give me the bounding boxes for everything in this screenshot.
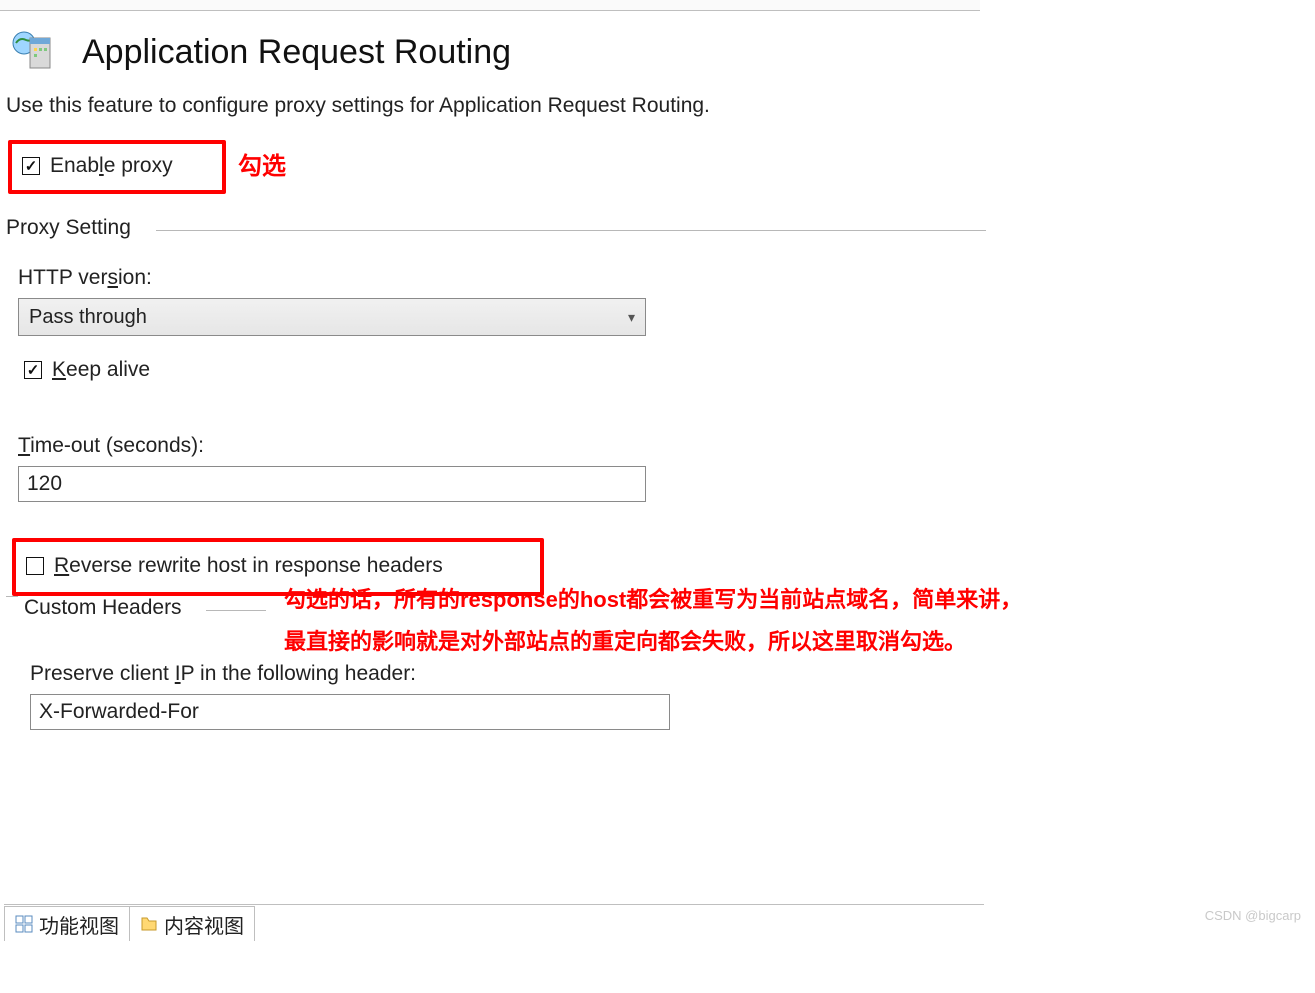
http-version-combo[interactable]: Pass through ▾ xyxy=(18,298,646,336)
page-description: Use this feature to configure proxy sett… xyxy=(6,94,1306,118)
keep-alive-checkbox-row[interactable]: Keep alive xyxy=(18,354,156,386)
enable-proxy-checkbox-row[interactable]: Enable proxy xyxy=(16,150,179,182)
timeout-label: Time-out (seconds): xyxy=(18,434,1306,458)
tab-content-label: 内容视图 xyxy=(164,910,244,939)
timeout-input[interactable]: 120 xyxy=(18,466,646,502)
keep-alive-label: Keep alive xyxy=(52,358,150,382)
http-version-value: Pass through xyxy=(29,306,147,329)
preserve-ip-value: X-Forwarded-For xyxy=(39,700,199,724)
page-header: Application Request Routing xyxy=(6,28,1306,76)
tab-features-label: 功能视图 xyxy=(39,910,119,939)
main-content: Application Request Routing Use this fea… xyxy=(6,20,1306,730)
arr-icon xyxy=(10,28,58,76)
top-divider xyxy=(0,0,980,11)
proxy-setting-group: Proxy Setting HTTP version: Pass through… xyxy=(6,230,1306,600)
reverse-rewrite-checkbox-row[interactable]: Reverse rewrite host in response headers xyxy=(20,550,449,582)
http-version-label: HTTP version: xyxy=(18,266,1306,290)
custom-headers-legend: Custom Headers xyxy=(24,596,188,620)
bottom-tab-bar: 功能视图 内容视图 xyxy=(4,904,984,941)
annotation-text-reverse-line2: 最直接的影响就是对外部站点的重定向都会失败，所以这里取消勾选。 xyxy=(284,624,966,656)
reverse-rewrite-label: Reverse rewrite host in response headers xyxy=(54,554,443,578)
custom-headers-group: Custom Headers 勾选的话，所有的response的host都会被重… xyxy=(6,610,1306,730)
tab-features-view[interactable]: 功能视图 xyxy=(4,906,130,941)
chevron-down-icon: ▾ xyxy=(628,309,635,326)
keep-alive-checkbox[interactable] xyxy=(24,361,42,379)
content-view-icon xyxy=(140,915,158,933)
annotation-text-reverse-line1: 勾选的话，所有的response的host都会被重写为当前站点域名，简单来讲， xyxy=(284,582,1022,614)
timeout-value: 120 xyxy=(27,472,62,496)
preserve-ip-input[interactable]: X-Forwarded-For xyxy=(30,694,670,730)
reverse-rewrite-checkbox[interactable] xyxy=(26,557,44,575)
watermark: CSDN @bigcarp xyxy=(1205,908,1301,923)
page-title: Application Request Routing xyxy=(82,33,511,72)
features-view-icon xyxy=(15,915,33,933)
preserve-ip-label: Preserve client IP in the following head… xyxy=(30,662,1306,686)
enable-proxy-checkbox[interactable] xyxy=(22,157,40,175)
tab-content-view[interactable]: 内容视图 xyxy=(129,906,255,941)
enable-proxy-label: Enable proxy xyxy=(50,154,173,178)
proxy-setting-legend: Proxy Setting xyxy=(6,216,137,240)
annotation-text-check: 勾选 xyxy=(238,146,286,181)
